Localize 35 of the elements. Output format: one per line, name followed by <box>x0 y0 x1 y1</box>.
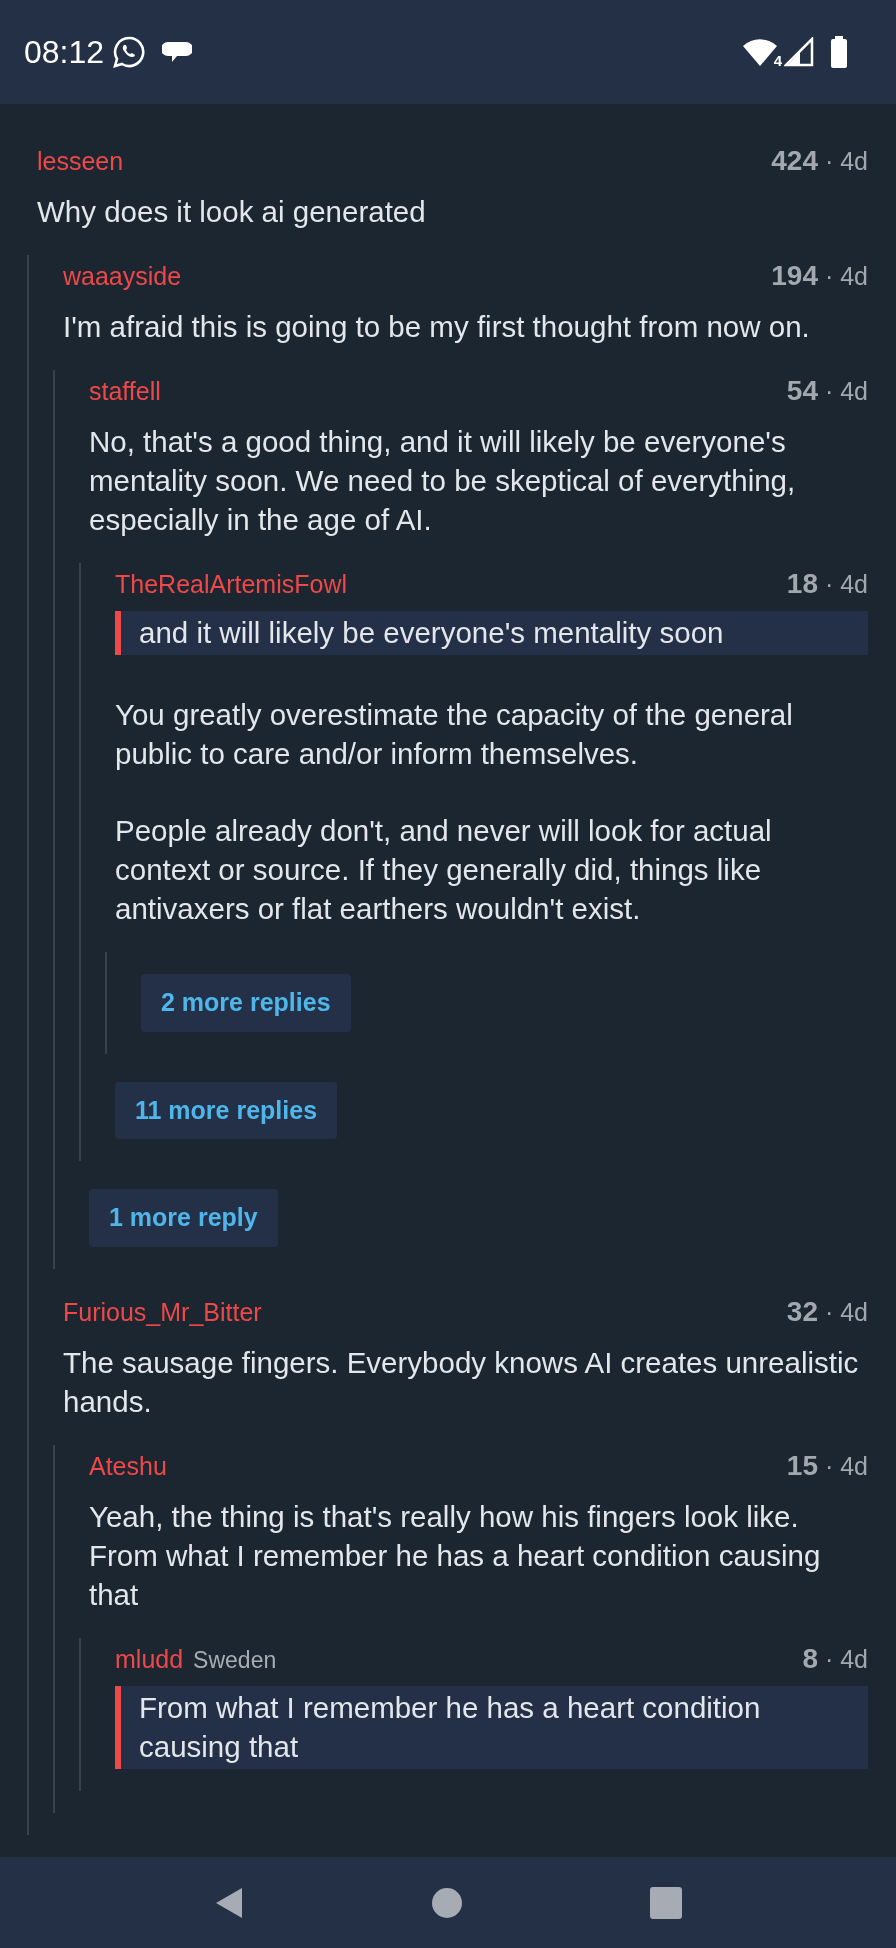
score-and-age: 15 · 4d <box>786 1448 868 1483</box>
score-and-age: 54 · 4d <box>786 374 868 408</box>
comment-text: People already don't, and never will look for actual context or source. If they generally did, things like antivaxers or flat earthers wouldn't exist. <box>115 813 773 927</box>
user-flair: Sweden <box>193 1646 277 1673</box>
username: TheRealArtemisFowl <box>115 570 347 598</box>
score-and-age: 32 · 4d <box>786 1294 868 1329</box>
comment-text: Why does it look ai generated <box>37 194 427 230</box>
battery-icon <box>830 36 848 68</box>
score-and-age: 194 · 4d <box>771 259 868 293</box>
comment-text: You greatly overestimate the capacity of the general public to care and/or inform themselves. <box>115 697 794 772</box>
recents-icon[interactable] <box>650 1886 682 1919</box>
back-icon[interactable] <box>214 1885 244 1920</box>
username: staffell <box>89 377 161 405</box>
whatsapp-icon <box>112 35 147 69</box>
more-replies-button[interactable]: 2 more replies <box>141 974 351 1032</box>
username: mludd <box>115 1644 184 1673</box>
username: waaayside <box>63 262 182 290</box>
home-icon[interactable] <box>432 1887 462 1918</box>
quote-block: and it will likely be everyone's mentality soon <box>115 611 868 655</box>
clock: 08:12 <box>24 33 105 72</box>
more-replies-button[interactable]: 11 more replies <box>115 1081 338 1139</box>
comment-text: No, that's a good thing, and it will likely be everyone's mentality soon. We need to be skeptical of everything, especially in the age of AI. <box>89 424 797 538</box>
username: Furious_Mr_Bitter <box>63 1297 262 1326</box>
score-and-age: 424 · 4d <box>771 144 868 178</box>
comment-text: I'm afraid this is going to be my first thought from now on. <box>63 309 811 345</box>
username: lesseen <box>37 147 124 175</box>
wifi-icon: 4 <box>742 37 780 67</box>
score-and-age: 18 · 4d <box>786 567 868 601</box>
more-replies-button[interactable]: 1 more reply <box>89 1189 278 1247</box>
username: Ateshu <box>89 1451 167 1480</box>
quote-block: From what I remember he has a heart condition causing that <box>115 1685 868 1769</box>
comment-text: The sausage fingers. Everybody knows AI creates unrealistic hands. <box>63 1344 860 1420</box>
comment-text: Yeah, the thing is that's really how his fingers look like. From what I remember he has a heart condition causing that <box>89 1498 822 1613</box>
signal-icon <box>784 37 814 67</box>
score-and-age: 8 · 4d <box>802 1641 868 1676</box>
